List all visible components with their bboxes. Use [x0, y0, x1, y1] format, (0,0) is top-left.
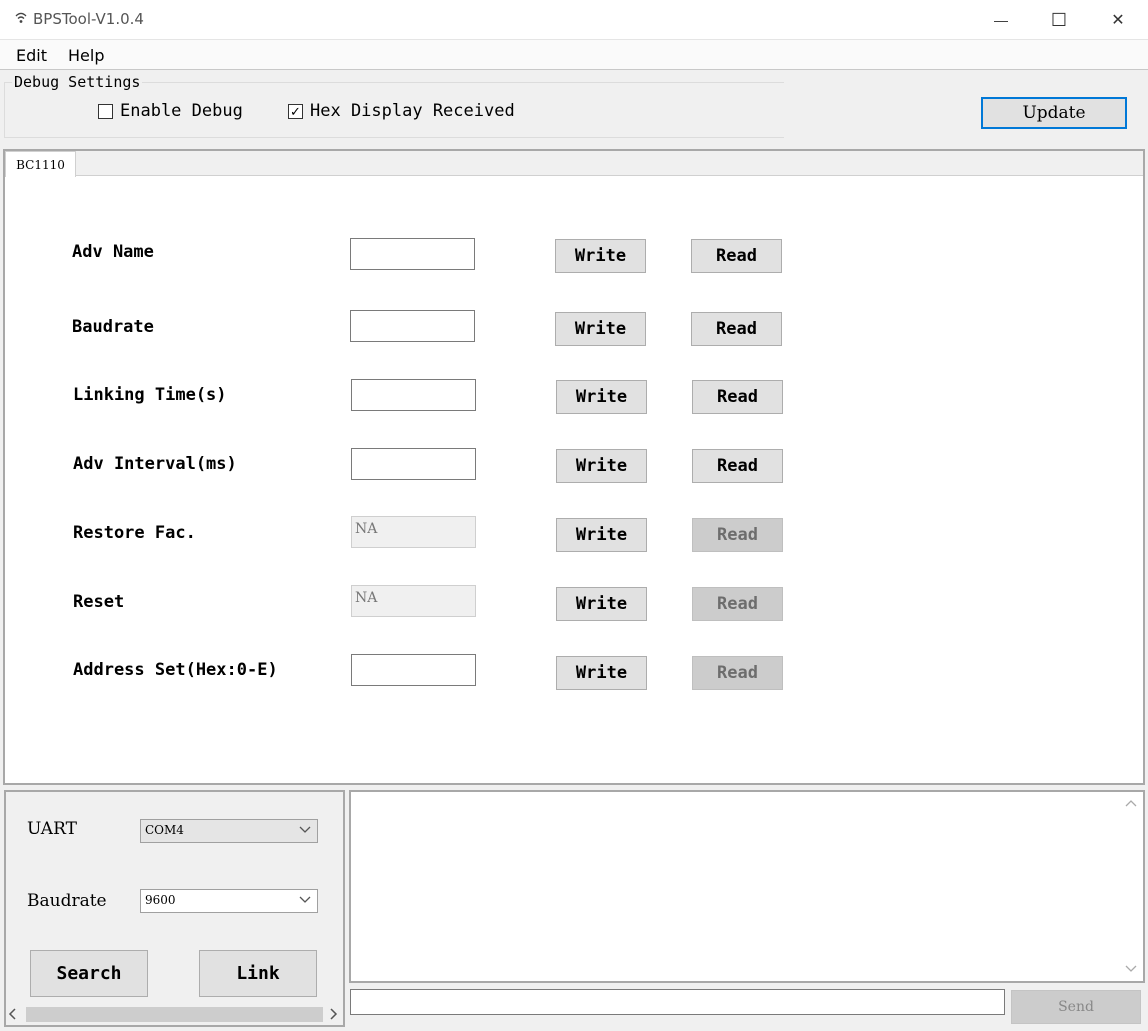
address-set-read-button: Read [692, 656, 783, 690]
send-button: Send [1011, 990, 1141, 1024]
scroll-up-icon[interactable] [1124, 796, 1138, 812]
reset-label: Reset [73, 592, 125, 612]
window-title: BPSTool-V1.0.4 [33, 10, 144, 28]
address-set-input[interactable] [351, 654, 476, 686]
adv-interval-read-button[interactable]: Read [692, 449, 783, 483]
minimize-button[interactable]: — [972, 0, 1030, 40]
update-button[interactable]: Update [981, 97, 1127, 129]
baudrate-select-value: 9600 [145, 893, 176, 907]
restore-fac-label: Restore Fac. [73, 523, 196, 543]
log-textarea[interactable] [349, 790, 1145, 983]
reset-write-button[interactable]: Write [556, 587, 647, 621]
adv-name-read-button[interactable]: Read [691, 239, 782, 273]
close-button[interactable]: ✕ [1089, 0, 1147, 40]
search-button[interactable]: Search [30, 950, 148, 997]
menu-help[interactable]: Help [68, 46, 104, 65]
minimize-icon: — [994, 12, 1008, 28]
address-set-write-button[interactable]: Write [556, 656, 647, 690]
reset-read-button: Read [692, 587, 783, 621]
adv-interval-input[interactable] [351, 448, 476, 480]
maximize-icon: ☐ [1050, 9, 1068, 30]
tab-strip [5, 151, 1143, 176]
uart-select[interactable]: COM4 [140, 819, 318, 843]
close-icon: ✕ [1111, 12, 1125, 29]
tab-bc1110[interactable]: BC1110 [5, 151, 76, 177]
adv-name-input[interactable] [350, 238, 475, 270]
menu-bar [0, 40, 1148, 70]
reset-input: NA [351, 585, 476, 617]
debug-settings-legend: Debug Settings [12, 73, 143, 91]
maximize-button[interactable]: ☐ [1030, 0, 1088, 40]
enable-debug-checkbox[interactable] [98, 104, 113, 119]
link-button[interactable]: Link [199, 950, 317, 997]
linking-time-read-button[interactable]: Read [692, 380, 783, 414]
adv-interval-write-button[interactable]: Write [556, 449, 647, 483]
linking-time-label: Linking Time(s) [73, 385, 227, 405]
restore-fac-read-button: Read [692, 518, 783, 552]
scroll-right-icon[interactable] [328, 1005, 338, 1026]
address-set-label: Address Set(Hex:0-E) [73, 660, 278, 680]
app-wifi-icon [14, 10, 28, 28]
chevron-down-icon [299, 822, 311, 840]
scroll-down-icon[interactable] [1124, 962, 1138, 978]
baudrate-conn-label: Baudrate [27, 891, 107, 911]
chevron-down-icon [299, 892, 311, 910]
enable-debug-label: Enable Debug [120, 101, 243, 121]
vertical-scrollbar[interactable] [1121, 792, 1143, 981]
hex-display-checkbox[interactable]: ✓ [288, 104, 303, 119]
baudrate-label: Baudrate [72, 317, 154, 337]
linking-time-input[interactable] [351, 379, 476, 411]
adv-name-label: Adv Name [72, 242, 154, 262]
horizontal-scrollbar-thumb[interactable] [26, 1007, 323, 1022]
baudrate-read-button[interactable]: Read [691, 312, 782, 346]
uart-label: UART [27, 819, 77, 839]
uart-select-value: COM4 [145, 823, 184, 837]
baudrate-select[interactable]: 9600 [140, 889, 318, 913]
adv-interval-label: Adv Interval(ms) [73, 454, 237, 474]
hex-display-label: Hex Display Received [310, 101, 515, 121]
adv-name-write-button[interactable]: Write [555, 239, 646, 273]
scroll-left-icon[interactable] [8, 1005, 18, 1026]
baudrate-input[interactable] [350, 310, 475, 342]
send-input[interactable] [350, 989, 1005, 1015]
restore-fac-write-button[interactable]: Write [556, 518, 647, 552]
baudrate-write-button[interactable]: Write [555, 312, 646, 346]
menu-edit[interactable]: Edit [16, 46, 47, 65]
restore-fac-input: NA [351, 516, 476, 548]
linking-time-write-button[interactable]: Write [556, 380, 647, 414]
